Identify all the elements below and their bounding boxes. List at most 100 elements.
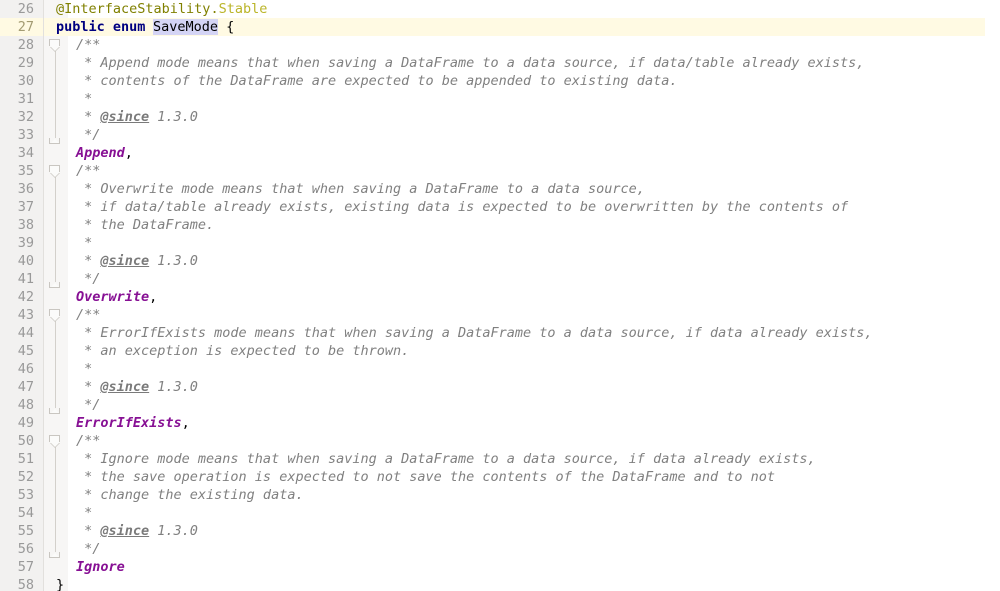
code-text[interactable]: * ErrorIfExists mode means that when sav…	[76, 324, 872, 342]
code-text[interactable]: * contents of the DataFrame are expected…	[76, 72, 677, 90]
code-line[interactable]: 49 ErrorIfExists,	[0, 414, 1000, 432]
code-line[interactable]: 40 * @since 1.3.0	[0, 252, 1000, 270]
code-text[interactable]: * @since 1.3.0	[76, 252, 198, 270]
line-number[interactable]: 54	[0, 504, 34, 522]
code-text[interactable]: * if data/table already exists, existing…	[76, 198, 848, 216]
code-text[interactable]: * @since 1.3.0	[76, 378, 198, 396]
line-number[interactable]: 40	[0, 252, 34, 270]
line-number[interactable]: 56	[0, 540, 34, 558]
code-text[interactable]: /**	[76, 432, 100, 450]
code-line[interactable]: 38 * the DataFrame.	[0, 216, 1000, 234]
line-number[interactable]: 41	[0, 270, 34, 288]
line-number[interactable]: 33	[0, 126, 34, 144]
code-line[interactable]: 51 * Ignore mode means that when saving …	[0, 450, 1000, 468]
line-number[interactable]: 47	[0, 378, 34, 396]
code-line[interactable]: 44 * ErrorIfExists mode means that when …	[0, 324, 1000, 342]
code-text[interactable]: */	[76, 126, 100, 144]
line-number[interactable]: 55	[0, 522, 34, 540]
line-number[interactable]: 46	[0, 360, 34, 378]
code-line[interactable]: 27 public enum SaveMode {	[0, 18, 1000, 36]
code-line[interactable]: 46 *	[0, 360, 1000, 378]
line-number[interactable]: 39	[0, 234, 34, 252]
code-text[interactable]: *	[76, 90, 92, 108]
code-line[interactable]: 28 /**	[0, 36, 1000, 54]
code-text[interactable]: ErrorIfExists,	[76, 414, 190, 432]
code-line[interactable]: 57 Ignore	[0, 558, 1000, 576]
line-number[interactable]: 35	[0, 162, 34, 180]
code-line[interactable]: 26 @InterfaceStability.Stable	[0, 0, 1000, 18]
line-number[interactable]: 57	[0, 558, 34, 576]
code-text[interactable]: *	[76, 504, 92, 522]
line-number[interactable]: 34	[0, 144, 34, 162]
code-line[interactable]: 29 * Append mode means that when saving …	[0, 54, 1000, 72]
code-line[interactable]: 54 *	[0, 504, 1000, 522]
code-line[interactable]: 55 * @since 1.3.0	[0, 522, 1000, 540]
code-line[interactable]: 52 * the save operation is expected to n…	[0, 468, 1000, 486]
line-number[interactable]: 26	[0, 0, 34, 18]
line-number[interactable]: 42	[0, 288, 34, 306]
line-number[interactable]: 28	[0, 36, 34, 54]
code-text[interactable]: */	[76, 540, 100, 558]
code-text[interactable]: * the DataFrame.	[76, 216, 214, 234]
code-text[interactable]: *	[76, 234, 92, 252]
code-editor[interactable]: 26 @InterfaceStability.Stable 27 public enu…	[0, 0, 1000, 591]
code-line[interactable]: 43 /**	[0, 306, 1000, 324]
code-line[interactable]: 58}	[0, 576, 1000, 591]
code-line[interactable]: 34 Append,	[0, 144, 1000, 162]
code-text[interactable]: Append,	[76, 144, 133, 162]
line-number[interactable]: 50	[0, 432, 34, 450]
code-line[interactable]: 32 * @since 1.3.0	[0, 108, 1000, 126]
code-line[interactable]: 33 */	[0, 126, 1000, 144]
code-text[interactable]: @InterfaceStability.Stable	[56, 0, 267, 18]
code-text[interactable]: *	[76, 360, 92, 378]
code-text[interactable]: * @since 1.3.0	[76, 522, 198, 540]
code-text[interactable]: */	[76, 270, 100, 288]
line-number[interactable]: 51	[0, 450, 34, 468]
code-line[interactable]: 45 * an exception is expected to be thro…	[0, 342, 1000, 360]
code-line[interactable]: 36 * Overwrite mode means that when savi…	[0, 180, 1000, 198]
code-text[interactable]: * @since 1.3.0	[76, 108, 198, 126]
code-text[interactable]: /**	[76, 162, 100, 180]
code-text[interactable]: * an exception is expected to be thrown.	[76, 342, 409, 360]
code-line[interactable]: 39 *	[0, 234, 1000, 252]
code-line[interactable]: 42 Overwrite,	[0, 288, 1000, 306]
code-line[interactable]: 41 */	[0, 270, 1000, 288]
code-line[interactable]: 53 * change the existing data.	[0, 486, 1000, 504]
code-line[interactable]: 47 * @since 1.3.0	[0, 378, 1000, 396]
code-text[interactable]: Overwrite,	[76, 288, 157, 306]
code-line[interactable]: 50 /**	[0, 432, 1000, 450]
line-number[interactable]: 52	[0, 468, 34, 486]
line-number[interactable]: 48	[0, 396, 34, 414]
line-number[interactable]: 49	[0, 414, 34, 432]
line-number[interactable]: 53	[0, 486, 34, 504]
code-text[interactable]: */	[76, 396, 100, 414]
line-number[interactable]: 36	[0, 180, 34, 198]
code-line[interactable]: 31 *	[0, 90, 1000, 108]
code-text[interactable]: /**	[76, 306, 100, 324]
line-number[interactable]: 43	[0, 306, 34, 324]
code-line[interactable]: 35 /**	[0, 162, 1000, 180]
code-line[interactable]: 30 * contents of the DataFrame are expec…	[0, 72, 1000, 90]
code-line[interactable]: 56 */	[0, 540, 1000, 558]
code-text[interactable]: * change the existing data.	[76, 486, 303, 504]
line-number[interactable]: 37	[0, 198, 34, 216]
code-line[interactable]: 48 */	[0, 396, 1000, 414]
code-text[interactable]: * Ignore mode means that when saving a D…	[76, 450, 816, 468]
code-text[interactable]: * the save operation is expected to not …	[76, 468, 775, 486]
line-number[interactable]: 58	[0, 576, 34, 591]
code-text[interactable]: /**	[76, 36, 100, 54]
line-number[interactable]: 30	[0, 72, 34, 90]
code-text[interactable]: public enum SaveMode {	[56, 18, 234, 36]
line-number[interactable]: 44	[0, 324, 34, 342]
line-number[interactable]: 32	[0, 108, 34, 126]
line-number[interactable]: 31	[0, 90, 34, 108]
code-text[interactable]: * Overwrite mode means that when saving …	[76, 180, 645, 198]
line-number[interactable]: 29	[0, 54, 34, 72]
line-number[interactable]: 27	[0, 18, 34, 36]
line-number[interactable]: 45	[0, 342, 34, 360]
line-number[interactable]: 38	[0, 216, 34, 234]
selected-text[interactable]: SaveMode	[152, 19, 219, 35]
code-text[interactable]: Ignore	[76, 558, 125, 576]
code-line[interactable]: 37 * if data/table already exists, exist…	[0, 198, 1000, 216]
code-text[interactable]: }	[56, 576, 64, 591]
